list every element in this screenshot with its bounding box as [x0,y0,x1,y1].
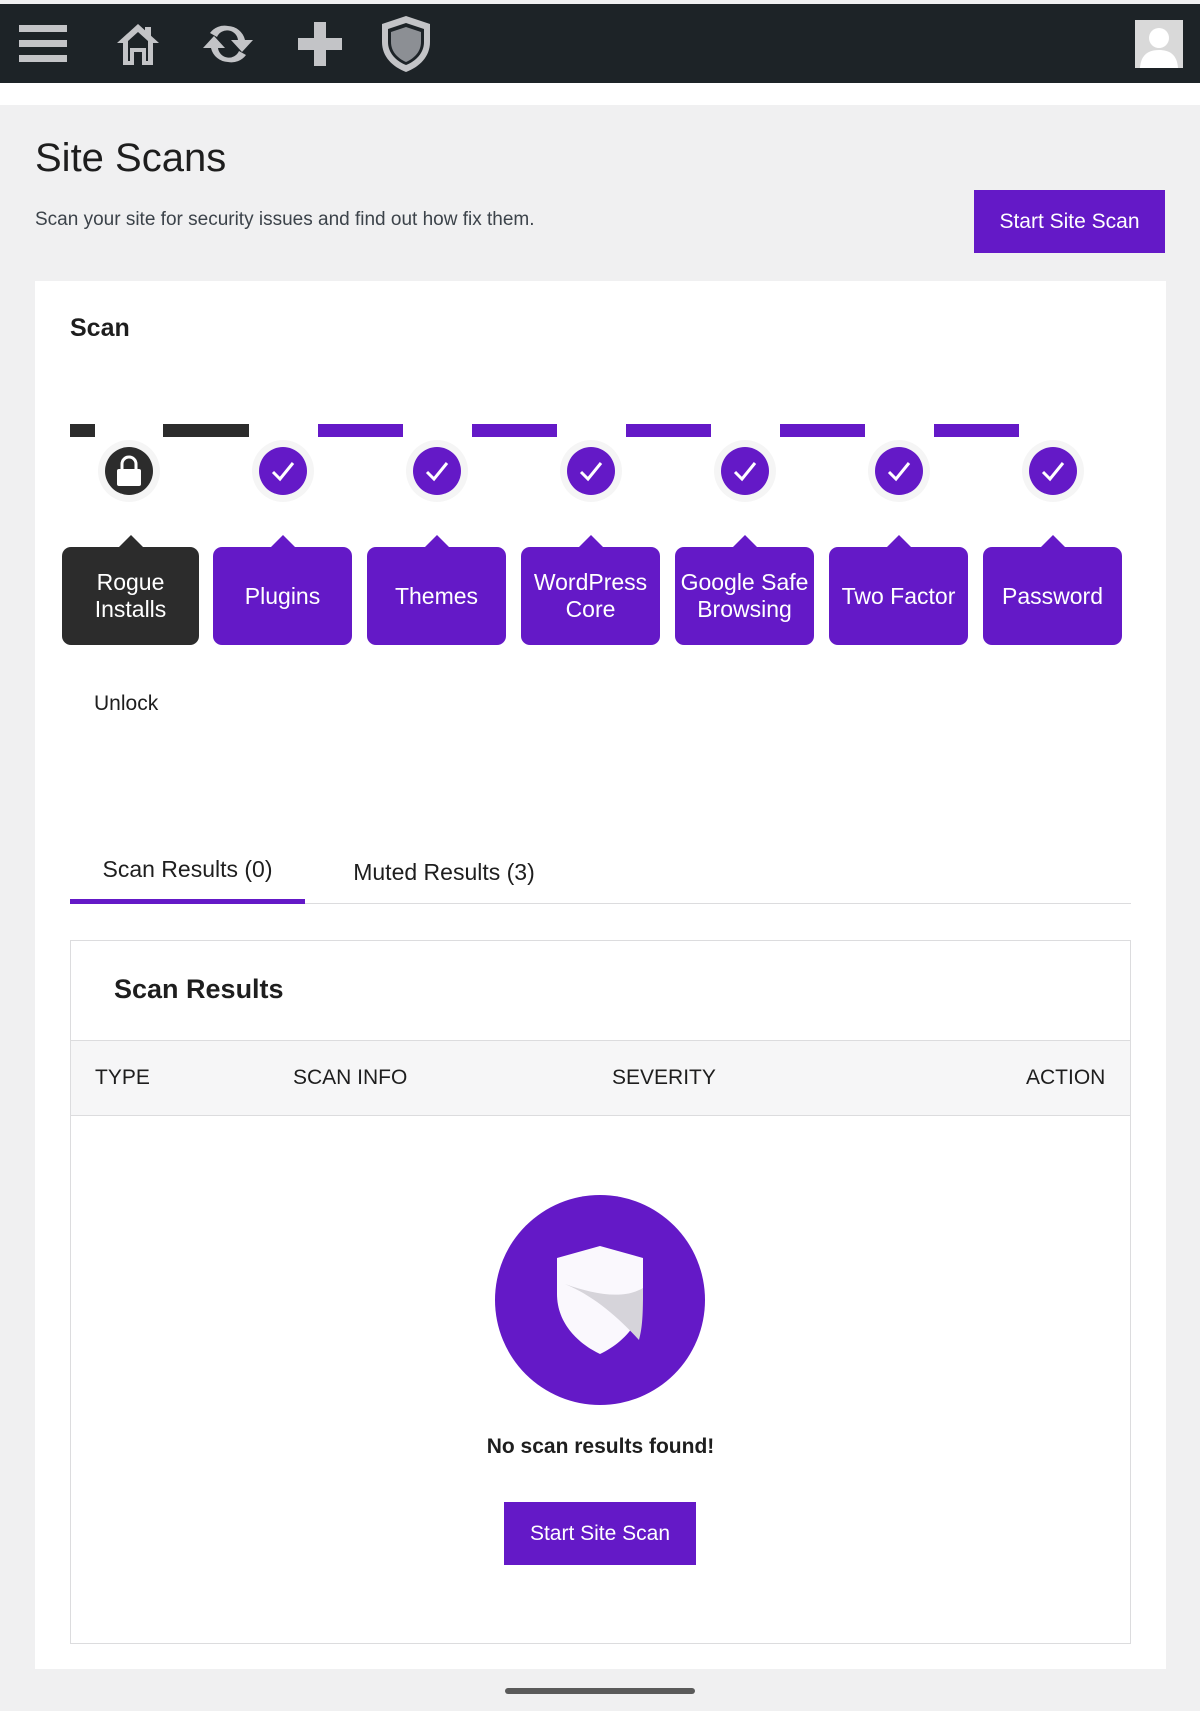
home-indicator [505,1688,695,1694]
results-title: Scan Results [114,974,284,1004]
step-password[interactable]: Password [983,535,1122,645]
column-severity: SEVERITY [612,1066,716,1089]
scan-results-panel: Scan Results TYPE SCAN INFO SEVERITY ACT… [70,940,1131,1644]
empty-message: No scan results found! [486,1435,715,1458]
tab-scan-results[interactable]: Scan Results (0) [70,840,305,904]
progress-line [70,424,95,437]
check-icon [875,447,923,495]
scan-card-title: Scan [70,314,130,342]
check-icon [413,447,461,495]
page-title: Site Scans [35,136,227,180]
progress-line [934,424,1019,437]
lock-icon [105,447,153,495]
plus-icon[interactable] [294,4,346,83]
start-site-scan-button-secondary[interactable]: Start Site Scan [504,1502,696,1565]
step-wordpress-core[interactable]: WordPress Core [521,535,660,645]
admin-toolbar [0,4,1200,83]
toolbar-spacer [0,83,1200,105]
step-themes[interactable]: Themes [367,535,506,645]
unlock-link[interactable]: Unlock [94,692,158,716]
menu-icon[interactable] [14,4,72,83]
progress-line [472,424,557,437]
empty-shield-icon [495,1195,705,1405]
step-two-factor-node [868,440,930,502]
column-type: TYPE [95,1066,150,1089]
refresh-icon[interactable] [192,4,264,83]
column-scan-info: SCAN INFO [293,1066,408,1089]
avatar[interactable] [1134,4,1184,83]
step-rogue-installs-node [98,440,160,502]
check-icon [567,447,615,495]
page-description: Scan your site for security issues and f… [35,209,535,230]
tab-muted-results[interactable]: Muted Results (3) [328,840,560,904]
step-rogue-installs[interactable]: Rogue Installs [62,535,199,645]
step-plugins[interactable]: Plugins [213,535,352,645]
check-icon [1029,447,1077,495]
step-two-factor[interactable]: Two Factor [829,535,968,645]
progress-line [626,424,711,437]
step-wordpress-core-node [560,440,622,502]
step-google-safe-browsing-node [714,440,776,502]
check-icon [721,447,769,495]
progress-line [780,424,865,437]
start-site-scan-button[interactable]: Start Site Scan [974,190,1165,253]
step-password-node [1022,440,1084,502]
progress-line [318,424,403,437]
step-themes-node [406,440,468,502]
step-plugins-node [252,440,314,502]
shield-icon[interactable] [376,4,436,83]
results-table-header: TYPE SCAN INFO SEVERITY ACTION [71,1040,1130,1116]
step-google-safe-browsing[interactable]: Google Safe Browsing [675,535,814,645]
progress-line [163,424,249,437]
column-action: ACTION [1026,1066,1106,1089]
home-icon[interactable] [110,4,166,83]
results-tabs: Scan Results (0) Muted Results (3) [70,840,1131,904]
check-icon [259,447,307,495]
